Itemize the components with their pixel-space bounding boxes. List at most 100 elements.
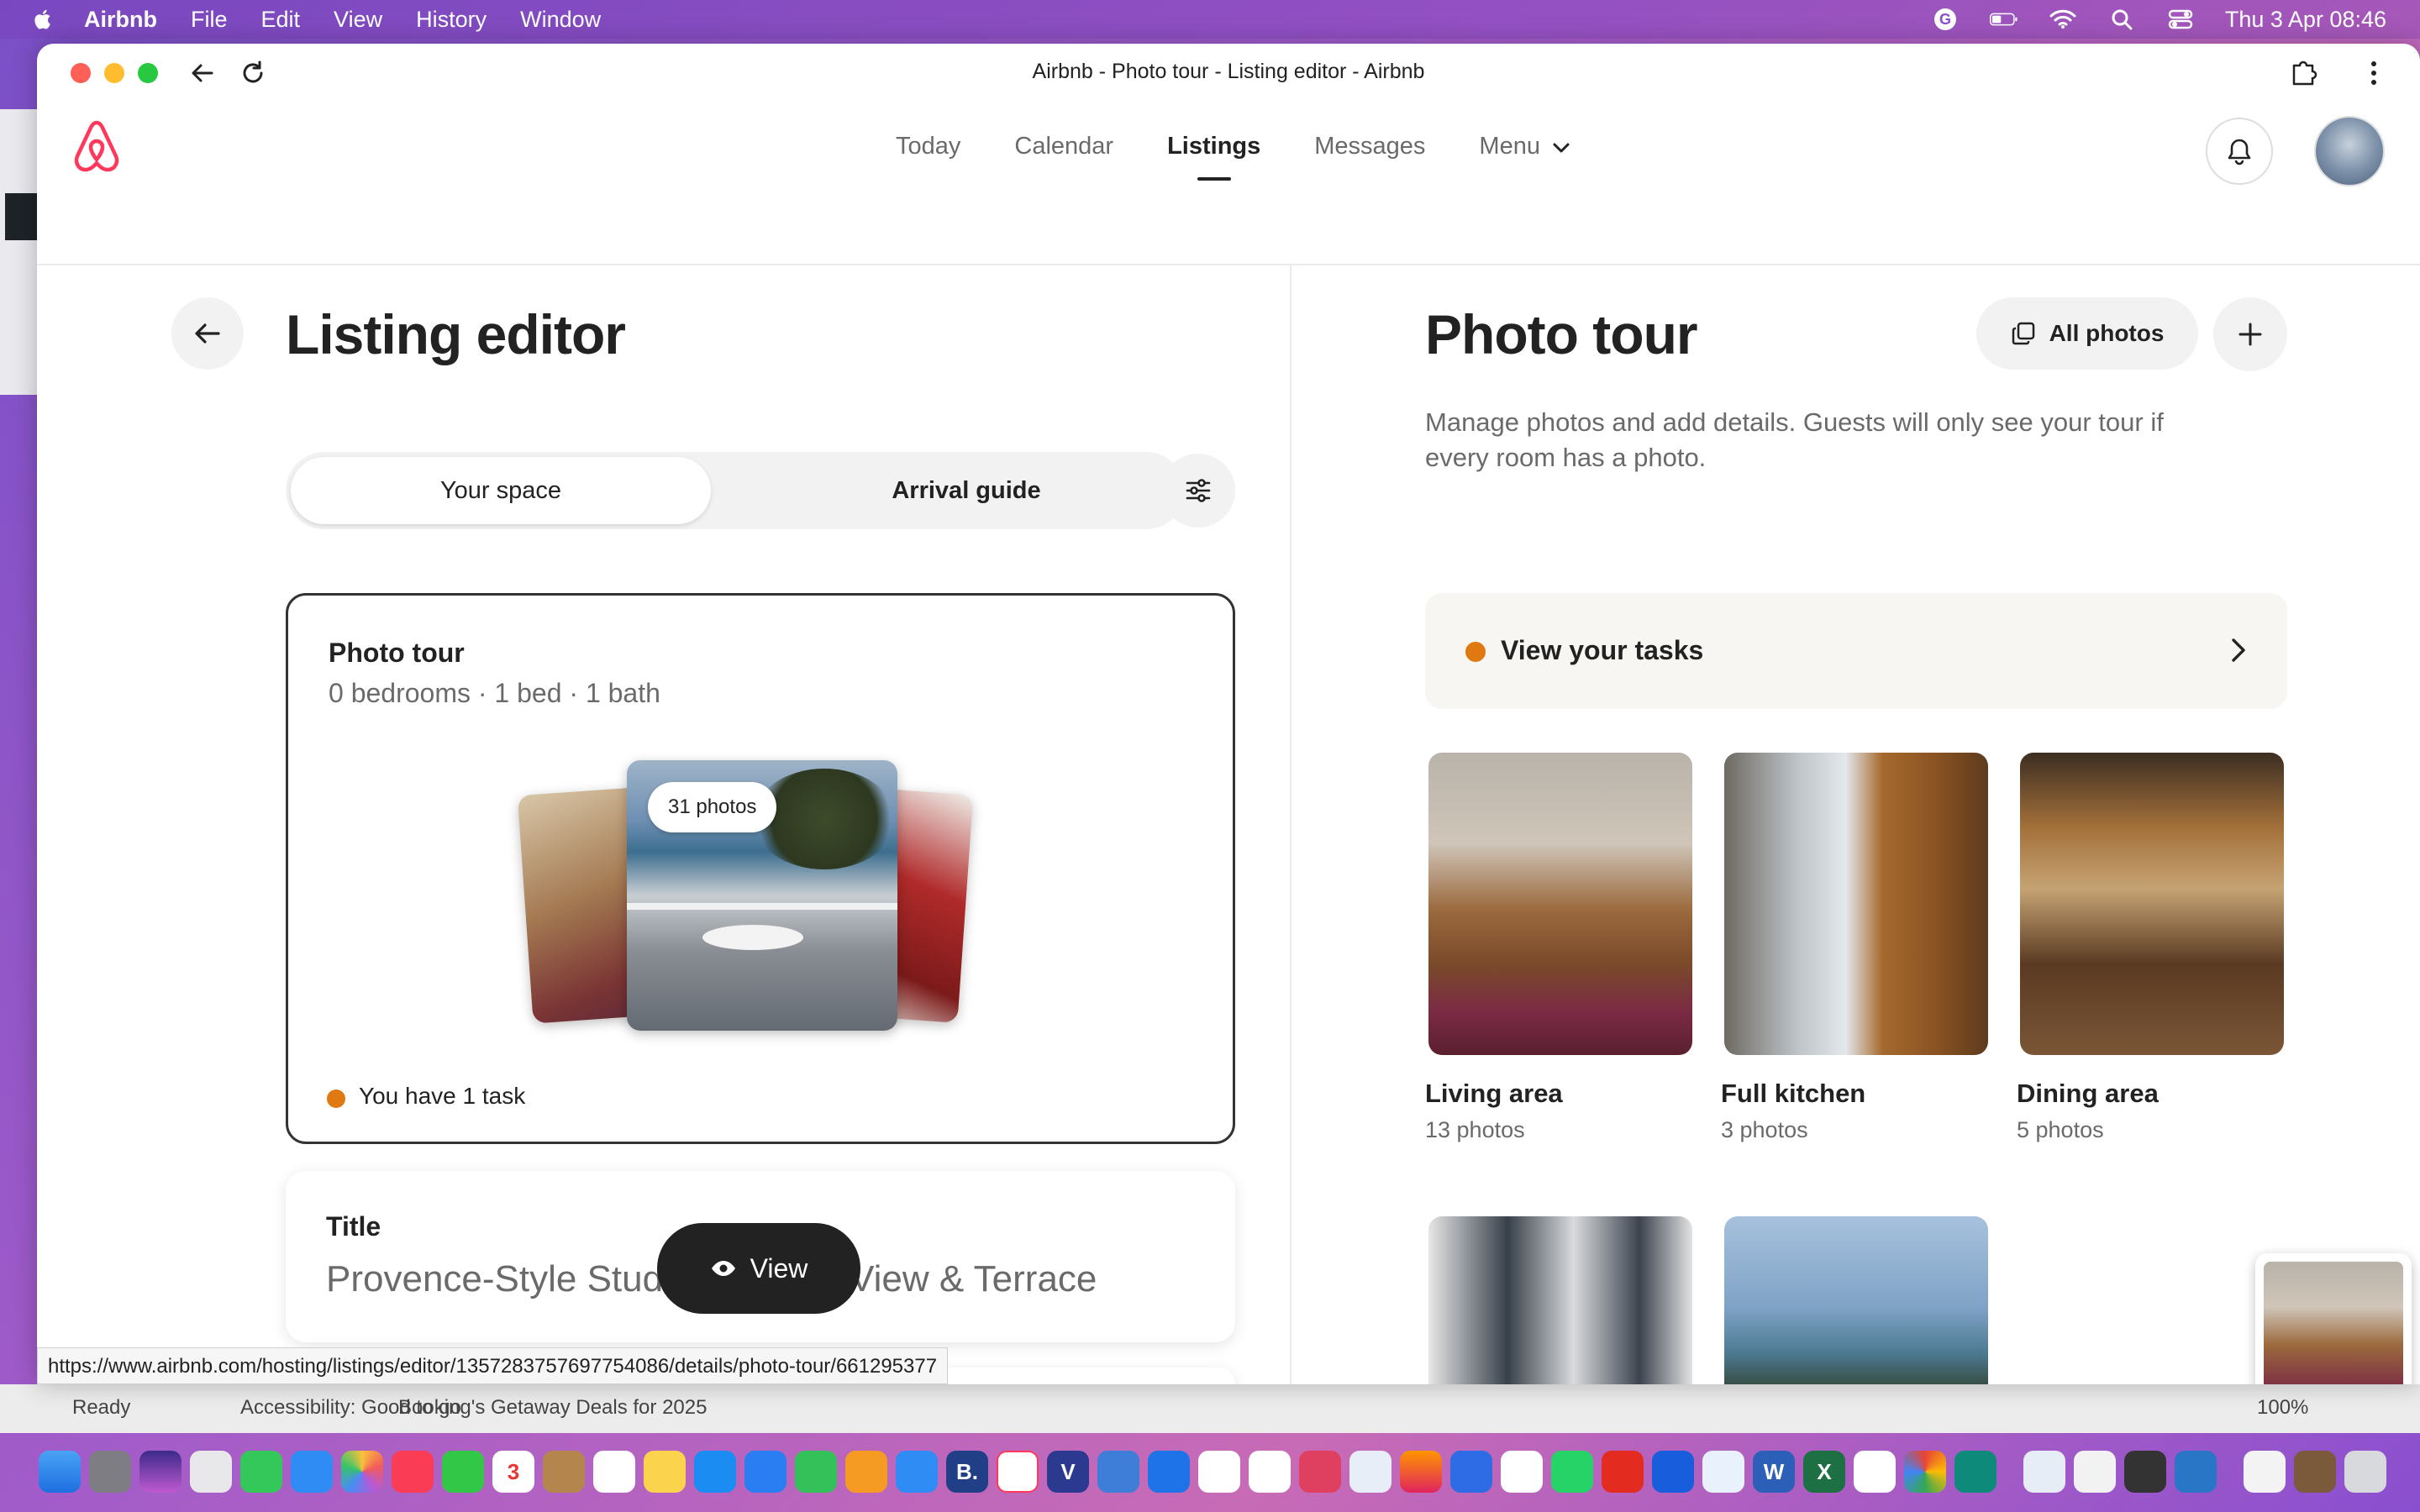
trello-icon[interactable] bbox=[1148, 1451, 1190, 1493]
recent-app-icon[interactable] bbox=[2023, 1451, 2065, 1493]
photo-tour-card[interactable]: Photo tour 0 bedrooms · 1 bed · 1 bath 3… bbox=[286, 593, 1235, 1144]
menu-file[interactable]: File bbox=[191, 7, 228, 33]
room-card-dining-area[interactable]: Dining area 5 photos bbox=[2017, 753, 2286, 1143]
safari-icon[interactable] bbox=[896, 1451, 938, 1493]
firefox-icon[interactable] bbox=[1400, 1451, 1442, 1493]
menubar-clock[interactable]: Thu 3 Apr 08:46 bbox=[2225, 7, 2386, 33]
messages-icon[interactable] bbox=[240, 1451, 282, 1493]
booking-icon[interactable]: B. bbox=[946, 1451, 988, 1493]
system-settings-icon[interactable] bbox=[89, 1451, 131, 1493]
apple-menu-icon[interactable] bbox=[34, 8, 54, 31]
spotlight-search-icon[interactable] bbox=[2107, 8, 2136, 30]
background-window bbox=[0, 109, 39, 395]
cube-app-icon[interactable] bbox=[1954, 1451, 1996, 1493]
notifications-button[interactable] bbox=[2206, 118, 2273, 185]
nav-menu[interactable]: Menu bbox=[1479, 133, 1570, 160]
macos-menu-bar: Airbnb File Edit View History Window G T… bbox=[0, 0, 2420, 39]
document-stack-icon[interactable] bbox=[2244, 1451, 2286, 1493]
preview-icon[interactable] bbox=[1501, 1451, 1543, 1493]
all-photos-button[interactable]: All photos bbox=[1976, 297, 2198, 370]
acrobat-icon[interactable] bbox=[1602, 1451, 1644, 1493]
user-avatar[interactable] bbox=[2314, 116, 2385, 186]
keynote-icon[interactable] bbox=[744, 1451, 786, 1493]
excel-icon[interactable]: X bbox=[1803, 1451, 1845, 1493]
word-icon[interactable]: W bbox=[1753, 1451, 1795, 1493]
whatsapp-icon[interactable] bbox=[1551, 1451, 1593, 1493]
floating-photo-preview[interactable] bbox=[2255, 1253, 2412, 1384]
downloads-stack-icon[interactable] bbox=[1349, 1451, 1392, 1493]
textedit-icon[interactable] bbox=[2074, 1451, 2116, 1493]
view-tasks-row[interactable]: View your tasks bbox=[1425, 593, 2287, 709]
battery-icon[interactable] bbox=[1989, 8, 2018, 30]
mail-icon[interactable] bbox=[291, 1451, 333, 1493]
browser-more-icon[interactable] bbox=[2358, 57, 2390, 89]
calendar-icon[interactable]: 3 bbox=[492, 1451, 534, 1493]
bathroom-photo bbox=[1428, 1216, 1692, 1384]
quicktime-icon[interactable] bbox=[2175, 1451, 2217, 1493]
menu-window[interactable]: Window bbox=[520, 7, 601, 33]
launchpad-icon[interactable] bbox=[190, 1451, 232, 1493]
airbnb-logo-icon[interactable] bbox=[71, 119, 123, 175]
pages-icon[interactable] bbox=[845, 1451, 887, 1493]
airbnb-dock-icon[interactable] bbox=[997, 1451, 1039, 1493]
photos-icon[interactable] bbox=[341, 1451, 383, 1493]
add-room-button[interactable] bbox=[2213, 297, 2287, 371]
browser-window: Airbnb - Photo tour - Listing editor - A… bbox=[37, 44, 2420, 1384]
wifi-icon[interactable] bbox=[2049, 8, 2077, 30]
balcony-rail bbox=[627, 903, 897, 910]
1password-icon[interactable] bbox=[1702, 1451, 1744, 1493]
nav-today[interactable]: Today bbox=[896, 133, 960, 160]
reminders-icon[interactable] bbox=[593, 1451, 635, 1493]
notes-icon[interactable] bbox=[644, 1451, 686, 1493]
tab-your-space[interactable]: Your space bbox=[291, 457, 711, 524]
tab-arrival-guide[interactable]: Arrival guide bbox=[756, 457, 1176, 524]
grammarly-icon[interactable]: G bbox=[1931, 8, 1960, 30]
finder-icon[interactable] bbox=[39, 1451, 81, 1493]
nav-listings[interactable]: Listings bbox=[1167, 133, 1260, 160]
menu-edit[interactable]: Edit bbox=[261, 7, 301, 33]
v-app-icon[interactable]: V bbox=[1047, 1451, 1089, 1493]
music-icon[interactable] bbox=[392, 1451, 434, 1493]
slack-icon[interactable] bbox=[1854, 1451, 1896, 1493]
numbers-icon[interactable] bbox=[795, 1451, 837, 1493]
nav-messages[interactable]: Messages bbox=[1314, 133, 1425, 160]
room-card-terrace[interactable] bbox=[1724, 1216, 1990, 1384]
mindnode-icon[interactable] bbox=[1097, 1451, 1139, 1493]
extensions-puzzle-icon[interactable] bbox=[2287, 57, 2319, 89]
back-button[interactable] bbox=[171, 297, 244, 370]
menu-history[interactable]: History bbox=[416, 7, 487, 33]
photo-tour-description: Manage photos and add details. Guests wi… bbox=[1425, 407, 2164, 472]
link-status-url: https://www.airbnb.com/hosting/listings/… bbox=[37, 1347, 949, 1384]
eye-icon bbox=[711, 1261, 735, 1276]
macos-dock: 3 B. V W X bbox=[34, 1435, 2386, 1509]
view-listing-button[interactable]: View bbox=[657, 1223, 860, 1314]
space-tabs: Your space Arrival guide bbox=[286, 452, 1185, 529]
tasks-app-icon[interactable] bbox=[1249, 1451, 1291, 1493]
photo-tour-title: Photo tour bbox=[1425, 303, 1698, 365]
autocad-icon[interactable] bbox=[1198, 1451, 1240, 1493]
chevron-down-icon bbox=[1553, 143, 1570, 153]
contacts-icon[interactable] bbox=[543, 1451, 585, 1493]
menu-app-name[interactable]: Airbnb bbox=[84, 7, 157, 33]
menu-view[interactable]: View bbox=[334, 7, 382, 33]
svg-text:G: G bbox=[1939, 11, 1951, 28]
nav-calendar[interactable]: Calendar bbox=[1014, 133, 1113, 160]
printer-icon[interactable] bbox=[2124, 1451, 2166, 1493]
downloads-folder-icon[interactable] bbox=[2294, 1451, 2336, 1493]
room-card-living-area[interactable]: Living area 13 photos bbox=[1425, 753, 1694, 1143]
settings-sliders-button[interactable] bbox=[1161, 454, 1235, 528]
arc-icon[interactable] bbox=[1450, 1451, 1492, 1493]
control-center-icon[interactable] bbox=[2166, 8, 2195, 30]
chrome-icon[interactable] bbox=[1904, 1451, 1946, 1493]
app-store-icon[interactable] bbox=[694, 1451, 736, 1493]
trash-icon[interactable] bbox=[2344, 1451, 2386, 1493]
room-card-bathroom[interactable] bbox=[1428, 1216, 1694, 1384]
downloader-icon[interactable] bbox=[1299, 1451, 1341, 1493]
siri-icon[interactable] bbox=[139, 1451, 182, 1493]
tree-shape bbox=[753, 769, 896, 869]
bitwarden-icon[interactable] bbox=[1652, 1451, 1694, 1493]
room-card-full-kitchen[interactable]: Full kitchen 3 photos bbox=[1721, 753, 1990, 1143]
photo-stack: 31 photos bbox=[517, 760, 994, 1037]
facetime-icon[interactable] bbox=[442, 1451, 484, 1493]
view-button-label: View bbox=[750, 1252, 808, 1284]
